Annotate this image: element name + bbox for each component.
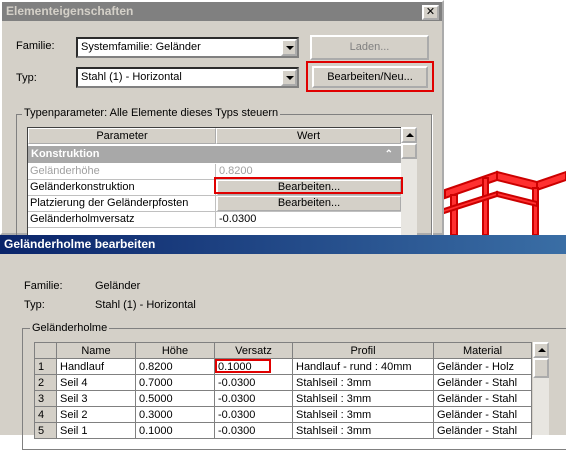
table-cell[interactable]: Handlauf - rund : 40mm [292,358,434,375]
rails-table: Name Höhe Versatz Profil Material 1 Handlauf 0… [34,342,532,439]
section-konstruktion[interactable]: Konstruktion ⌃ [28,146,401,163]
table-cell[interactable]: Handlauf [56,358,136,375]
table-cell[interactable]: Geländer - Stahl [433,374,532,391]
row-number: 3 [34,390,57,407]
column-header: Höhe [135,342,215,359]
typenparameter-group-label: Typenparameter: Alle Elemente dieses Typ… [22,107,281,119]
dialog-title-bar: Elementeigenschaften [2,2,442,21]
close-icon[interactable]: ✕ [422,5,439,20]
typ-label: Typ: [24,299,45,311]
scroll-thumb[interactable] [401,143,417,159]
table-cell[interactable]: 0.3000 [135,406,215,423]
section-label: Konstruktion [31,148,100,160]
familie-select[interactable]: Systemfamilie: Geländer [76,37,299,58]
table-row[interactable]: 4 Seil 2 0.3000 -0.0300 Stahlseil : 3mm Gelän… [34,406,532,423]
scroll-thumb[interactable] [533,358,549,378]
table-cell[interactable]: 0.5000 [135,390,215,407]
table-cell[interactable]: -0.0300 [214,406,293,423]
familie-label: Familie: [24,280,63,292]
chevron-down-icon[interactable] [281,69,297,86]
parameter-name: Geländerhöhe [30,165,100,177]
dialog-title: Geländerholme bearbeiten [4,237,156,251]
table-cell[interactable]: Geländer - Holz [433,358,532,375]
table-cell[interactable]: Geländer - Stahl [433,390,532,407]
wert-header: Wert [216,128,401,144]
table-row[interactable]: 1 Handlauf 0.8200 0.1000 Handlauf - rund : 4… [34,358,532,375]
row-number: 1 [34,358,57,375]
table-cell[interactable]: Stahlseil : 3mm [292,374,434,391]
table-cell[interactable]: Geländer - Stahl [433,422,532,439]
table-cell[interactable]: Seil 1 [56,422,136,439]
element-properties-dialog: Elementeigenschaften ✕ Familie: Systemfa… [0,0,444,246]
column-divider [215,196,216,211]
familie-value: Geländer [95,280,141,292]
rails-scrollbar[interactable] [533,342,549,435]
table-cell[interactable]: Stahlseil : 3mm [292,422,434,439]
column-divider [215,212,216,227]
table-cell[interactable]: 0.8200 [135,358,215,375]
row-number: 2 [34,374,57,391]
parameter-rows: Geländerhöhe 0.8200 Geländerkonstruktion Be… [28,164,401,228]
table-cell[interactable]: -0.0300 [214,374,293,391]
edit-rails-dialog: Geländerholme bearbeiten Familie: Geländ… [0,235,566,450]
parameter-name: Geländerholmversatz [30,213,135,225]
table-cell[interactable]: Seil 3 [56,390,136,407]
table-cell[interactable]: Stahlseil : 3mm [292,406,434,423]
dialog-title-bar: Geländerholme bearbeiten [0,235,566,254]
parameter-value[interactable]: -0.0300 [219,213,256,225]
column-header: Versatz [214,342,293,359]
bearbeiten-button[interactable]: Bearbeiten... [217,196,401,211]
typ-label: Typ: [16,72,37,84]
rails-group-label: Geländerholme [30,322,110,334]
table-cell[interactable]: Seil 2 [56,406,136,423]
parameter-value[interactable]: 0.8200 [219,165,253,177]
familie-label: Familie: [16,40,55,52]
highlight-box [215,359,271,373]
row-number: 5 [34,422,57,439]
typ-value: Stahl (1) - Horizontal [81,71,182,83]
scroll-up-icon[interactable] [533,342,549,358]
table-cell[interactable]: 0.7000 [135,374,215,391]
highlight-box [214,177,403,194]
parameter-row[interactable]: Geländerholmversatz -0.0300 [28,212,401,228]
column-header: Material [433,342,532,359]
table-cell[interactable]: Stahlseil : 3mm [292,390,434,407]
collapse-icon[interactable]: ⌃ [385,146,393,163]
table-cell[interactable]: Seil 4 [56,374,136,391]
typ-select[interactable]: Stahl (1) - Horizontal [76,67,299,88]
parameter-name: Geländerkonstruktion [30,181,135,193]
row-number: 4 [34,406,57,423]
column-header: Profil [292,342,434,359]
column-header [34,342,57,359]
scroll-up-icon[interactable] [401,127,417,143]
parameter-header: Parameter [28,128,216,144]
parameter-name: Platzierung der Geländerpfosten [30,197,189,209]
table-cell[interactable]: -0.0300 [214,390,293,407]
table-row[interactable]: 5 Seil 1 0.1000 -0.0300 Stahlseil : 3mm Gelän… [34,422,532,439]
table-cell[interactable]: 0.1000 [135,422,215,439]
parameter-row[interactable]: Platzierung der Geländerpfosten Bearbeite… [28,196,401,212]
table-cell[interactable]: Geländer - Stahl [433,406,532,423]
highlight-box [306,61,434,92]
table-cell[interactable]: -0.0300 [214,422,293,439]
familie-value: Systemfamilie: Geländer [81,41,201,53]
dialog-title: Elementeigenschaften [6,4,134,18]
laden-button[interactable]: Laden... [310,35,429,60]
table-row[interactable]: 3 Seil 3 0.5000 -0.0300 Stahlseil : 3mm Gelän… [34,390,532,407]
table-row[interactable]: 2 Seil 4 0.7000 -0.0300 Stahlseil : 3mm Gelän… [34,374,532,391]
typ-value: Stahl (1) - Horizontal [95,299,196,311]
chevron-down-icon[interactable] [281,39,297,56]
parameter-scrollbar[interactable] [401,127,417,237]
railing-preview [440,170,566,235]
column-header: Name [56,342,136,359]
